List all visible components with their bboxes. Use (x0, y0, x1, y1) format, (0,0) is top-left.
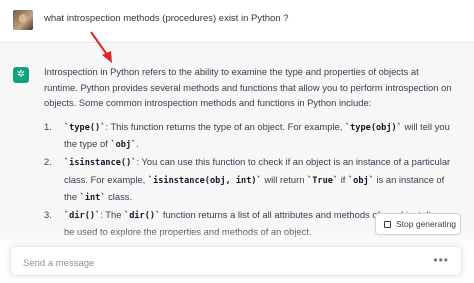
list-item-text: if (338, 173, 348, 185)
inline-code: `type()` (64, 122, 106, 133)
stop-generating-label: Stop generating (396, 219, 457, 229)
inline-code: `int` (79, 193, 106, 204)
user-message-row: what introspection methods (procedures) … (0, 0, 474, 43)
inline-code: `isinstance(obj, int)` (147, 175, 262, 186)
list-item-text: class. (105, 191, 133, 203)
list-item-number: 2. (44, 155, 52, 167)
stop-generating-button[interactable]: Stop generating (375, 213, 461, 235)
list-item-number: 3. (44, 208, 52, 220)
inline-code: `obj` (348, 175, 374, 186)
inline-code: `isinstance()` (64, 157, 137, 168)
list-item: 2. `isinstance()`: You can use this funct… (44, 154, 454, 207)
chatgpt-logo-icon: ✲ (13, 67, 29, 83)
red-arrow-icon (90, 31, 112, 63)
list-item-text: : This function returns the type of an o… (105, 120, 345, 132)
inline-code: `dir()` (64, 210, 101, 221)
inline-code: `type(obj)` (344, 122, 402, 133)
inline-code: `True` (307, 175, 339, 186)
more-dots-icon[interactable]: ••• (433, 253, 449, 267)
message-input[interactable] (21, 254, 425, 272)
inline-code: `obj` (110, 140, 137, 151)
list-item-number: 1. (44, 120, 52, 132)
list-item-text: : The (100, 208, 125, 220)
message-composer[interactable]: ••• (10, 246, 462, 276)
list-item-text: will return (261, 173, 308, 185)
user-message-text: what introspection methods (procedures) … (44, 13, 289, 24)
inline-code: `dir()` (124, 210, 161, 221)
stop-square-icon (384, 220, 391, 228)
list-item-text: . (136, 138, 139, 150)
answer-intro: Introspection in Python refers to the ab… (44, 66, 452, 109)
list-item: 1. `type()`: This function returns the ty… (44, 119, 454, 154)
user-avatar (13, 10, 33, 30)
